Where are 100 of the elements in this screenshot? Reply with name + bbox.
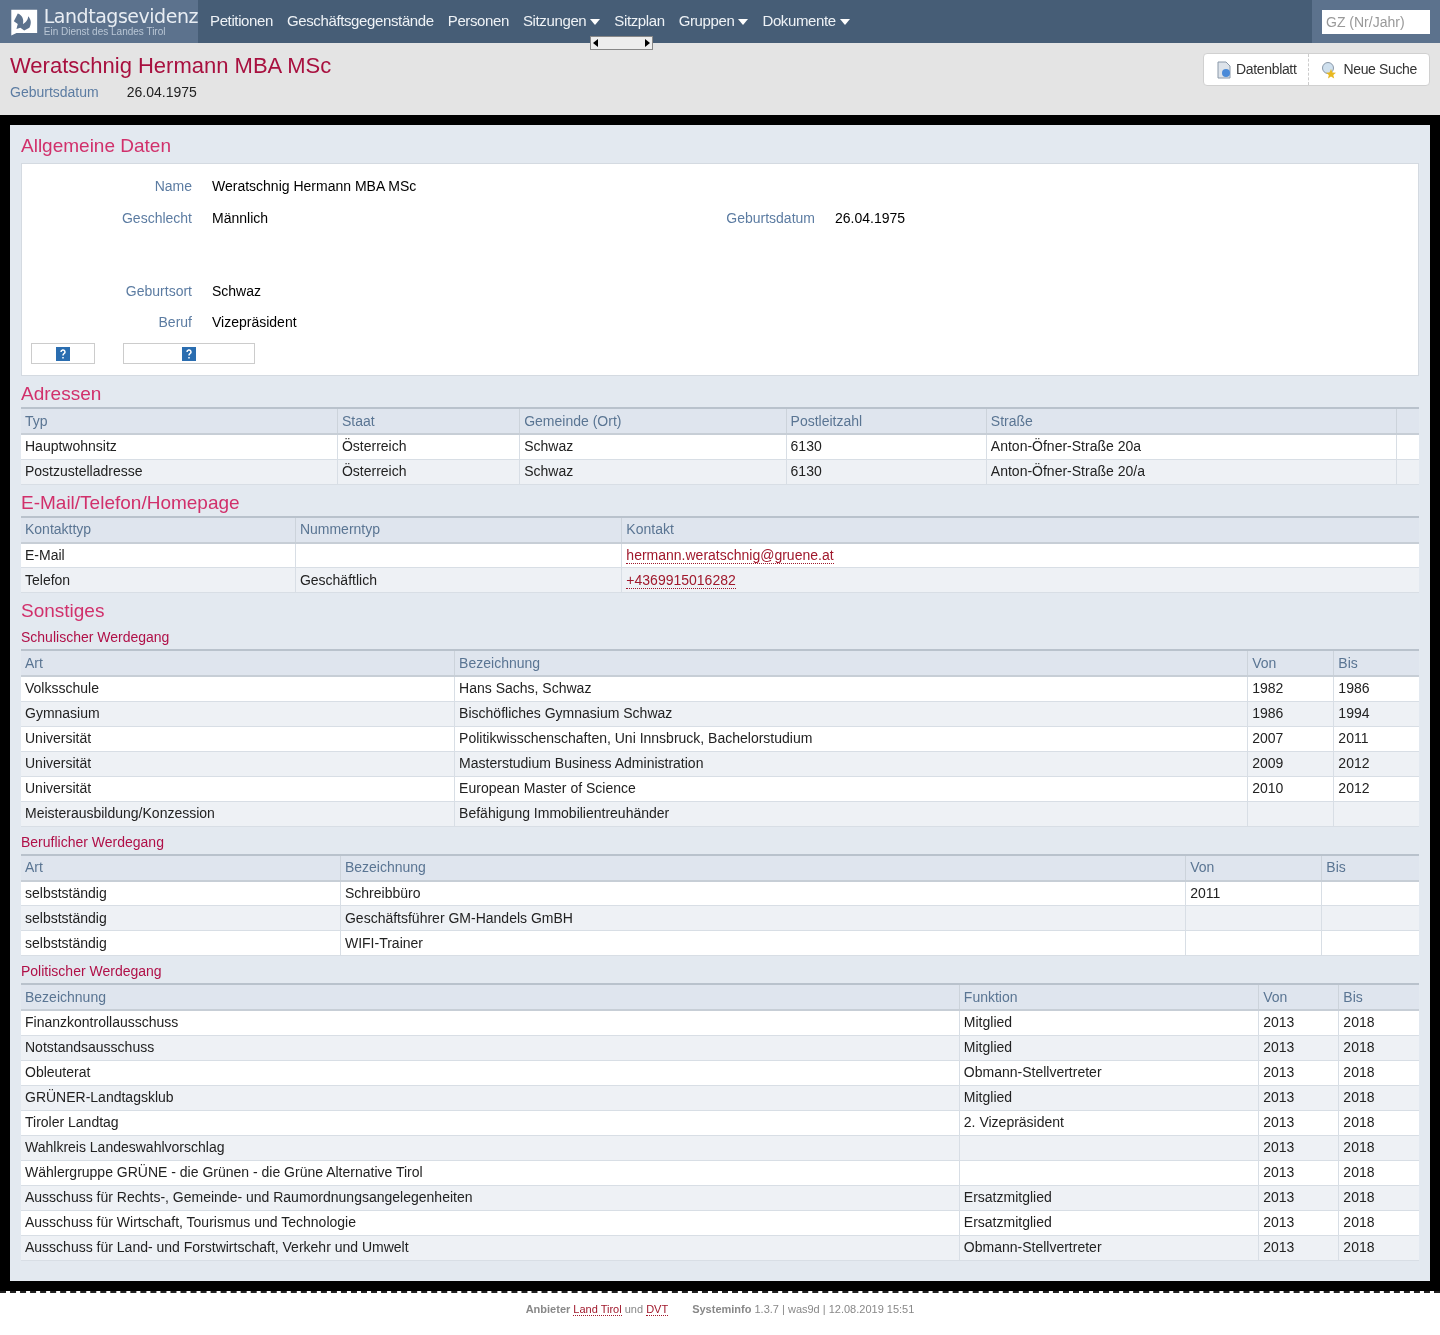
table-cell: Schwaz — [524, 438, 574, 455]
field-value: 26.04.1975 — [126, 82, 197, 102]
datasheet-button[interactable]: Datenblatt — [1204, 54, 1309, 85]
contact-link[interactable]: hermann.weratschnig@gruene.at — [626, 546, 834, 564]
field-label: Name — [153, 177, 192, 196]
table-cell: Postzustelladresse — [25, 463, 143, 479]
table-cell: Österreich — [341, 438, 407, 455]
help-icon[interactable] — [56, 346, 70, 361]
table-cell: Mitglied — [963, 1089, 1013, 1105]
table-cell: 2018 — [1343, 1114, 1375, 1130]
column-header: Art — [25, 654, 43, 671]
table-cell: 6130 — [790, 438, 822, 455]
column-header: Bezeichnung — [459, 654, 541, 671]
table-cell: 2013 — [1263, 1114, 1295, 1130]
column-header: Straße — [990, 412, 1033, 429]
column-header: Funktion — [963, 988, 1018, 1005]
table-cell: 2013 — [1263, 1064, 1295, 1080]
section-heading: Adressen — [21, 383, 103, 405]
column-header: Von — [1252, 654, 1277, 671]
person-name-heading: Weratschnig Hermann MBA MSc — [10, 52, 332, 80]
nav-menu-item[interactable]: Geschäftsgegenstände — [286, 10, 434, 33]
table-cell: Mitglied — [963, 1039, 1013, 1055]
table-cell: 2013 — [1263, 1214, 1295, 1230]
table-cell: 2018 — [1343, 1039, 1375, 1055]
column-header: Gemeinde (Ort) — [524, 412, 622, 429]
table-cell: 2018 — [1343, 1014, 1375, 1031]
new-search-button[interactable]: Neue Suche — [1308, 54, 1429, 85]
column-header: Von — [1190, 859, 1215, 875]
caret-icon — [738, 18, 749, 25]
help-field[interactable] — [123, 343, 255, 364]
table-cell: Meisterausbildung/Konzession — [25, 805, 215, 821]
table-cell: Volksschule — [25, 680, 99, 697]
table-cell: Österreich — [341, 463, 407, 479]
table-cell: 2. Vizepräsident — [963, 1114, 1064, 1130]
table-cell: 1986 — [1252, 705, 1284, 721]
table-cell: Obleuterat — [25, 1064, 91, 1080]
contact-link[interactable]: +4369915016282 — [626, 571, 736, 589]
table-cell: 2018 — [1343, 1189, 1375, 1205]
section-heading: Allgemeine Daten — [21, 134, 172, 158]
table-cell: 2013 — [1263, 1164, 1295, 1180]
field-label: Geschlecht — [120, 209, 192, 228]
nav-menu-item[interactable]: Sitzplan — [614, 10, 665, 33]
nav-menu-item[interactable]: Gruppen — [678, 10, 749, 33]
provider-link[interactable]: DVT — [646, 1302, 669, 1316]
table-cell: 2018 — [1343, 1139, 1375, 1155]
table-cell: Geschäftlich — [299, 571, 377, 588]
table-cell: 2013 — [1263, 1239, 1295, 1255]
table-cell: Universität — [25, 780, 92, 796]
nav-menu-item[interactable]: Dokumente — [762, 10, 850, 33]
table-cell: 2011 — [1338, 730, 1369, 746]
provider-text: Anbieter Land Tirol und DVT — [525, 1301, 669, 1317]
column-header: Kontakt — [626, 521, 674, 537]
table-cell: 2012 — [1338, 780, 1370, 796]
nav-menu-item[interactable]: Personen — [447, 10, 509, 33]
search-field[interactable]: GZ (Nr/Jahr) — [1322, 9, 1430, 34]
table-cell: 2018 — [1343, 1089, 1375, 1105]
table-cell: 2018 — [1343, 1214, 1375, 1230]
column-header: Postleitzahl — [790, 412, 863, 429]
nav-menu-item[interactable]: Petitionen — [210, 10, 273, 33]
subsection-heading: Beruflicher Werdegang — [21, 832, 165, 851]
left-arrow-icon[interactable] — [591, 37, 601, 49]
subsection-heading: Schulischer Werdegang — [21, 628, 171, 646]
table-cell: Ausschuss für Land- und Forstwirtschaft, Verkehr und Umwelt — [25, 1239, 409, 1255]
help-icon[interactable] — [182, 346, 196, 361]
field-label: Beruf — [157, 313, 192, 332]
table-cell: Ausschuss für Rechts-, Gemeinde- und Raumordnungsangelegenheiten — [25, 1189, 473, 1205]
column-header: Bezeichnung — [344, 859, 426, 875]
field-label: Geburtsdatum — [725, 209, 815, 228]
column-header: Bis — [1343, 988, 1363, 1005]
table-cell: 2012 — [1338, 755, 1370, 771]
app-subtitle: Ein Dienst des Landes Tirol — [43, 26, 166, 37]
system-info-text: Systeminfo 1.3.7 | was9d | 12.08.2019 15:51 — [692, 1301, 915, 1317]
field-value: Schwaz — [212, 282, 263, 301]
document-icon — [1216, 60, 1233, 79]
section-heading: Sonstiges — [21, 600, 106, 622]
table-cell: Universität — [25, 755, 92, 771]
provider-link[interactable]: Land Tirol — [573, 1302, 622, 1316]
table-cell: 2007 — [1252, 730, 1284, 746]
table-cell: selbstständig — [25, 934, 107, 951]
table-cell: Ausschuss für Wirtschaft, Tourismus und Technologie — [25, 1214, 356, 1230]
table-cell: selbstständig — [25, 884, 107, 901]
horizontal-scroller[interactable] — [590, 36, 653, 50]
table-cell: 2010 — [1252, 780, 1284, 796]
column-header: Bezeichnung — [25, 988, 106, 1005]
nav-menu-item[interactable]: Sitzungen — [522, 10, 601, 33]
table-cell: Schreibbüro — [344, 884, 421, 901]
help-field[interactable] — [31, 343, 95, 364]
table-cell: 2009 — [1252, 755, 1284, 771]
table-cell: Finanzkontrollausschuss — [25, 1014, 179, 1031]
app-title: Landtagsevidenz — [43, 6, 198, 26]
right-arrow-icon[interactable] — [642, 37, 652, 49]
column-header: Bis — [1326, 859, 1346, 875]
table-cell: WIFI-Trainer — [344, 934, 423, 951]
table-cell: selbstständig — [25, 909, 107, 926]
table-cell: Ersatzmitglied — [963, 1189, 1052, 1205]
table-cell: Wählergruppe GRÜNE - die Grünen - die Grüne Alternative Tirol — [25, 1164, 423, 1180]
caret-icon — [839, 18, 850, 25]
table-cell: GRÜNER-Landtagsklub — [25, 1089, 174, 1105]
field-value: 26.04.1975 — [835, 209, 907, 228]
subsection-heading: Politischer Werdegang — [21, 962, 163, 980]
